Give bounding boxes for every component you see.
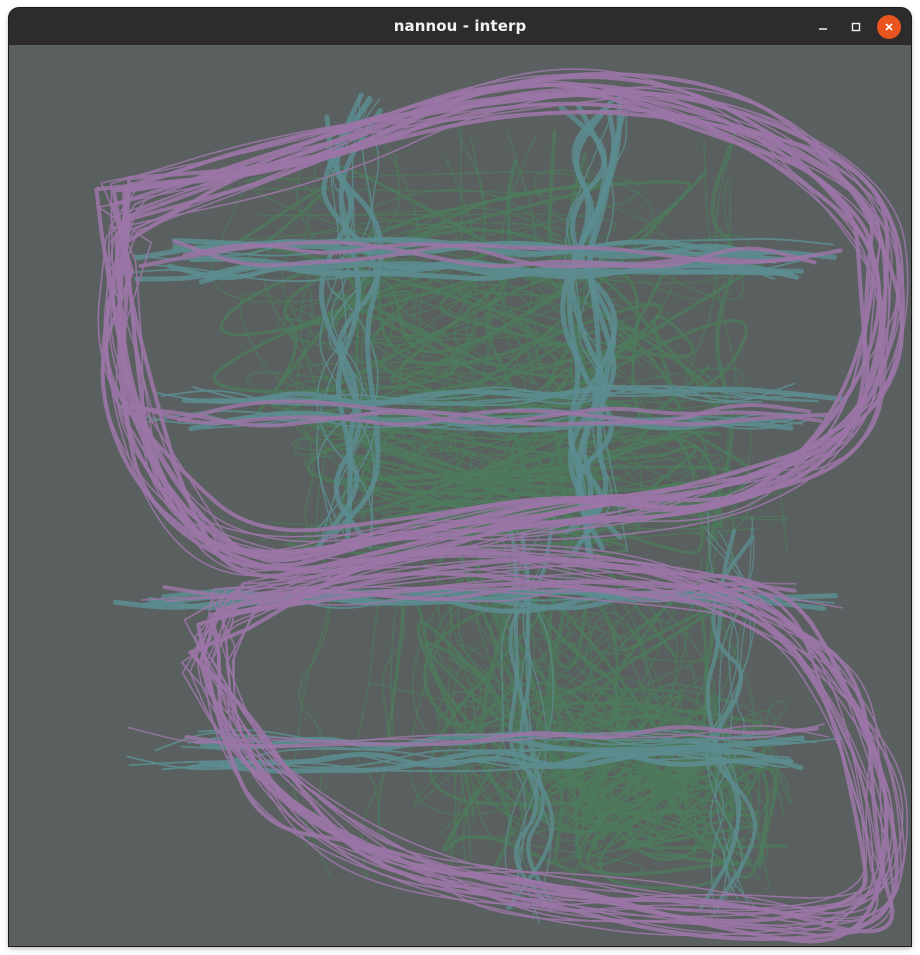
window-controls (802, 15, 901, 39)
maximize-button[interactable] (844, 15, 868, 39)
drawing-canvas[interactable] (9, 45, 911, 946)
maximize-icon (851, 22, 861, 32)
close-icon (885, 23, 893, 31)
close-button[interactable] (877, 15, 901, 39)
minimize-icon (819, 28, 827, 30)
minimize-button[interactable] (811, 15, 835, 39)
title-bar[interactable]: nannou - interp (9, 8, 911, 46)
app-window: nannou - interp (9, 8, 911, 946)
window-title: nannou - interp (393, 17, 527, 35)
interp-artwork (94, 68, 909, 944)
